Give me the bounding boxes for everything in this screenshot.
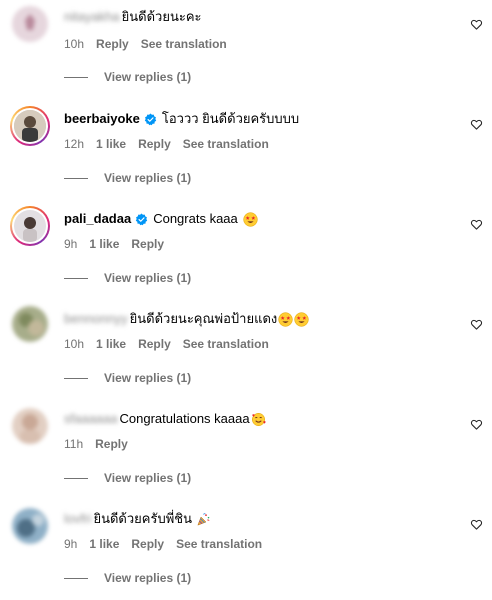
view-replies-button[interactable]: View replies (1) — [64, 171, 191, 185]
divider — [64, 577, 88, 579]
view-replies-button[interactable]: View replies (1) — [64, 70, 191, 84]
comment-time[interactable]: 10h — [64, 336, 84, 352]
comment-item: pali_dadaa Congrats kaaa 9h 1 like Reply… — [0, 200, 492, 300]
star-struck-emoji-icon — [294, 311, 309, 327]
like-count[interactable]: 1 like — [96, 136, 126, 152]
avatar-image — [14, 210, 46, 242]
comment-item: sfaaaaaa Congratulations kaaaa 11h Reply… — [0, 400, 492, 500]
view-replies-label: View replies (1) — [104, 271, 192, 285]
avatar-image — [12, 306, 48, 342]
heart-icon[interactable] — [470, 18, 483, 31]
comment-username[interactable]: lovfri — [64, 510, 91, 528]
reply-button[interactable]: Reply — [138, 136, 171, 152]
reply-button[interactable]: Reply — [131, 536, 164, 552]
see-translation-button[interactable]: See translation — [176, 536, 262, 552]
comment-item: beerbaiyoke โอววว ยินดีด้วยครับบบบ 12h 1… — [0, 100, 492, 200]
reply-button[interactable]: Reply — [96, 36, 129, 52]
avatar[interactable] — [12, 408, 48, 444]
view-replies-button[interactable]: View replies (1) — [64, 571, 191, 585]
comment-item: nitayakha ยินดีด้วยนะคะ 10h Reply See tr… — [0, 0, 492, 100]
verified-badge-icon — [136, 213, 148, 225]
view-replies-label: View replies (1) — [104, 471, 192, 485]
heart-icon[interactable] — [470, 318, 483, 331]
comment-username[interactable]: pali_dadaa — [64, 210, 131, 228]
comment-time[interactable]: 9h — [64, 236, 77, 252]
like-count[interactable]: 1 like — [89, 536, 119, 552]
divider — [64, 377, 88, 379]
comment-text: โอววว ยินดีด้วยครับบบบ — [161, 111, 300, 126]
see-translation-button[interactable]: See translation — [183, 136, 269, 152]
view-replies-button[interactable]: View replies (1) — [64, 471, 191, 485]
verified-badge-icon — [144, 113, 157, 125]
heart-icon[interactable] — [470, 218, 483, 231]
view-replies-label: View replies (1) — [104, 371, 192, 385]
comment-username[interactable]: beerbaiyoke — [64, 110, 140, 128]
avatar[interactable] — [10, 106, 50, 146]
heart-icon[interactable] — [470, 118, 483, 131]
avatar-image — [12, 6, 48, 42]
avatar[interactable] — [12, 508, 48, 544]
comment-text: Congrats kaaa — [153, 211, 238, 226]
comment-item: bennonnyy ยินดีด้วยนะคุณพ่อป้ายแดง 10h 1… — [0, 300, 492, 400]
smiling-hearts-emoji-icon — [251, 412, 266, 426]
comment-username[interactable]: nitayakha — [64, 8, 120, 26]
reply-button[interactable]: Reply — [138, 336, 171, 352]
comment-username[interactable]: bennonnyy — [64, 310, 128, 328]
comment-text: ยินดีด้วยนะคะ — [121, 9, 202, 24]
comment-text: ยินดีด้วยนะคุณพ่อป้ายแดง — [129, 311, 278, 326]
divider — [64, 177, 88, 179]
see-translation-button[interactable]: See translation — [183, 336, 269, 352]
comment-item: lovfri ยินดีด้วยครับพี่ชิน 9h 1 like Rep… — [0, 500, 492, 600]
heart-icon[interactable] — [470, 418, 483, 431]
comment-time[interactable]: 10h — [64, 36, 84, 52]
view-replies-label: View replies (1) — [104, 70, 192, 84]
comment-text: Congratulations kaaaa — [119, 411, 250, 426]
comment-time[interactable]: 12h — [64, 136, 84, 152]
avatar[interactable] — [12, 6, 48, 42]
avatar-image — [14, 110, 46, 142]
party-popper-emoji-icon — [197, 512, 210, 526]
like-count[interactable]: 1 like — [89, 236, 119, 252]
avatar[interactable] — [10, 206, 50, 246]
view-replies-button[interactable]: View replies (1) — [64, 271, 191, 285]
view-replies-label: View replies (1) — [104, 571, 192, 585]
avatar-image — [12, 508, 48, 544]
view-replies-label: View replies (1) — [104, 171, 192, 185]
comment-time[interactable]: 11h — [64, 436, 83, 452]
comment-text: ยินดีด้วยครับพี่ชิน — [93, 511, 192, 526]
avatar[interactable] — [12, 306, 48, 342]
reply-button[interactable]: Reply — [131, 236, 164, 252]
divider — [64, 76, 88, 78]
comment-time[interactable]: 9h — [64, 536, 77, 552]
see-translation-button[interactable]: See translation — [141, 36, 227, 52]
view-replies-button[interactable]: View replies (1) — [64, 371, 191, 385]
like-count[interactable]: 1 like — [96, 336, 126, 352]
divider — [64, 277, 88, 279]
reply-button[interactable]: Reply — [95, 436, 128, 452]
divider — [64, 477, 88, 479]
comment-username[interactable]: sfaaaaaa — [64, 410, 118, 428]
avatar-image — [12, 408, 48, 444]
star-struck-emoji-icon — [243, 211, 258, 227]
heart-icon[interactable] — [470, 518, 483, 531]
star-struck-emoji-icon — [278, 311, 293, 327]
